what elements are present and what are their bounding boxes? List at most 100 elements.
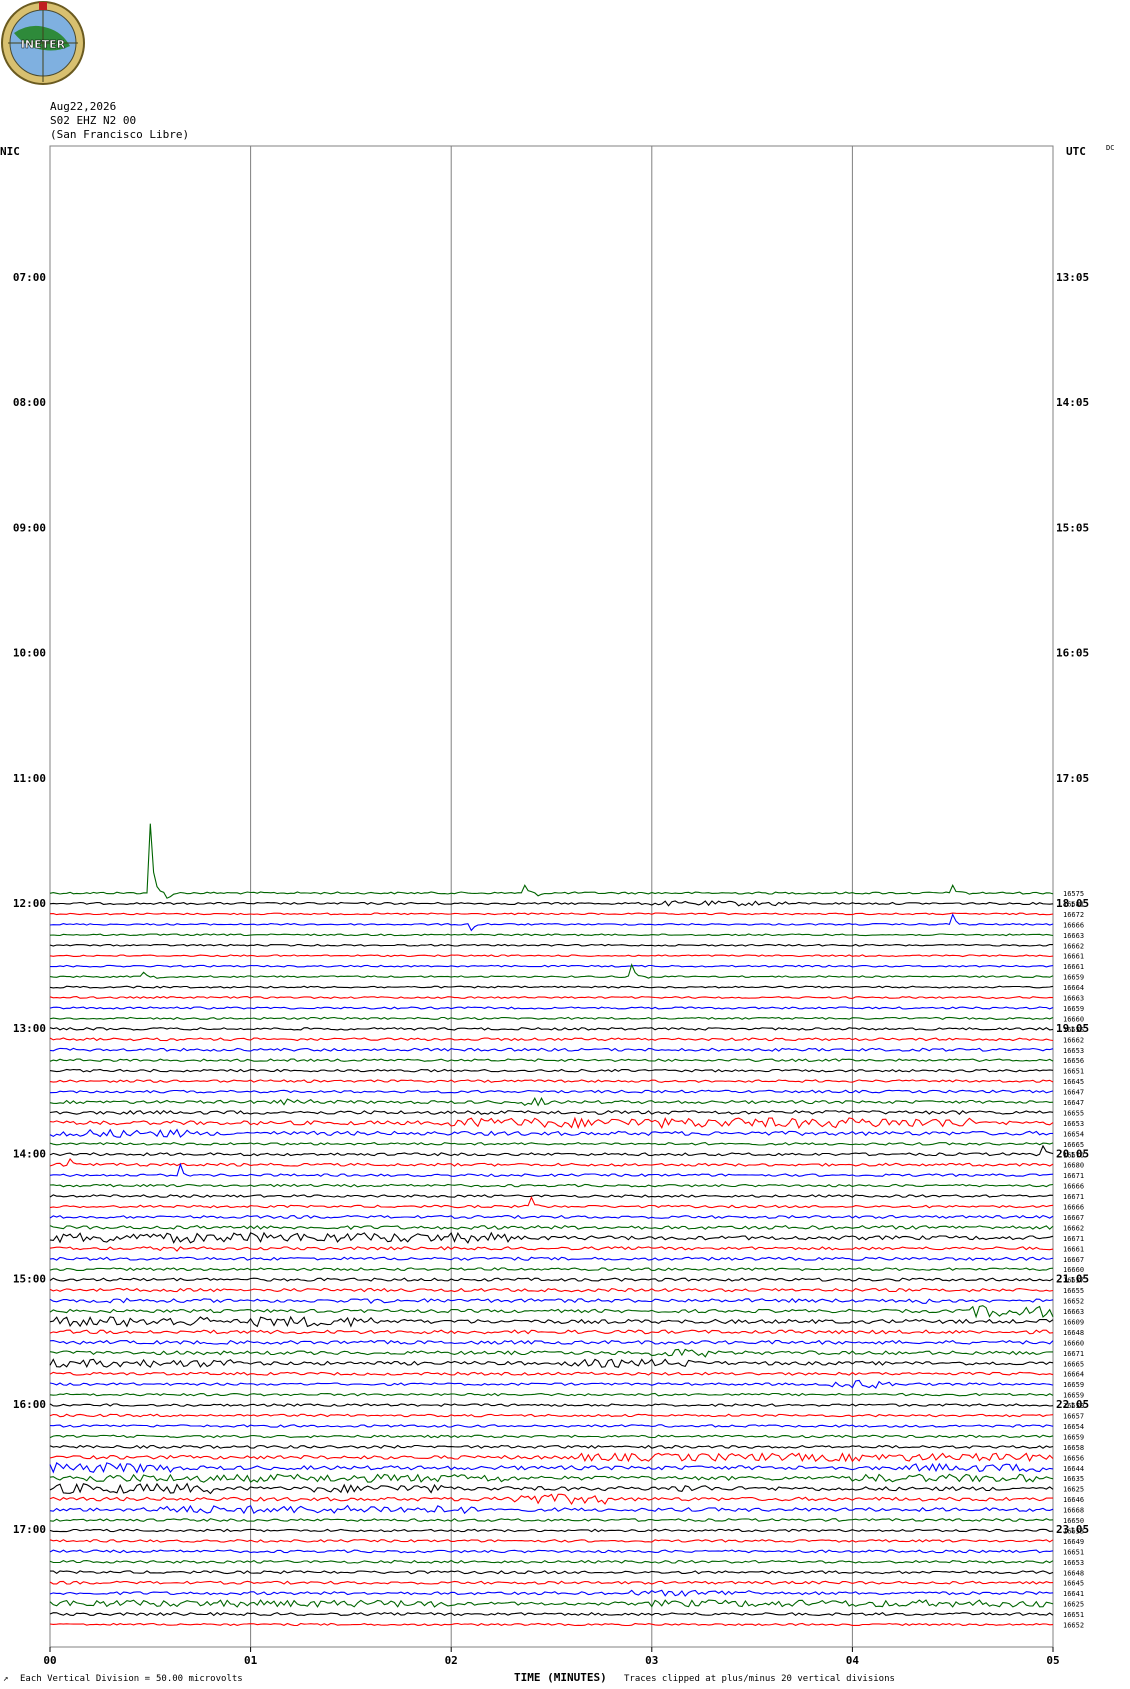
- trace-line: [49, 1315, 1054, 1328]
- trace-count-label: 16651: [1063, 1068, 1084, 1076]
- trace-line: [49, 1413, 1054, 1418]
- trace-count-label: 16656: [1063, 1057, 1084, 1065]
- trace-line: [49, 1267, 1054, 1272]
- trace-line: [49, 1068, 1054, 1073]
- trace-count-label: 16658: [1063, 1444, 1084, 1452]
- hour-label-right: 23:05: [1056, 1523, 1089, 1536]
- trace-line: [49, 985, 1054, 989]
- trace-count-label: 16647: [1063, 1099, 1084, 1107]
- hour-label-left: 10:00: [13, 647, 46, 660]
- hour-label-right: 22:05: [1056, 1398, 1089, 1411]
- trace-count-label: 16671: [1063, 1172, 1084, 1180]
- trace-count-label: 16649: [1063, 1538, 1084, 1546]
- trace-count-label: 16671: [1063, 1350, 1084, 1358]
- trace-count-label: 16662: [1063, 1036, 1084, 1044]
- trace-count-label: 16646: [1063, 1496, 1084, 1504]
- trace-count-label: 16664: [1063, 1371, 1084, 1379]
- clip-note: Traces clipped at plus/minus 20 vertical…: [624, 1674, 895, 1684]
- trace-line: [49, 1246, 1054, 1252]
- trace-line: [49, 823, 1054, 899]
- trace-line: [49, 1196, 1054, 1209]
- trace-count-label: 16651: [1063, 1548, 1084, 1556]
- trace-count-label: 16609: [1063, 1318, 1084, 1326]
- hour-label-right: 20:05: [1056, 1147, 1089, 1160]
- trace-line: [49, 1392, 1054, 1397]
- trace-count-label: 16655: [1063, 1109, 1084, 1117]
- trace-count-label: 16625: [1063, 1486, 1084, 1494]
- trace-line: [49, 1224, 1054, 1230]
- hour-label-right: 17:05: [1056, 772, 1089, 785]
- hour-label-left: 17:00: [13, 1523, 46, 1536]
- trace-line: [49, 1539, 1054, 1543]
- trace-line: [49, 1144, 1054, 1157]
- trace-count-label: 16668: [1063, 1507, 1084, 1515]
- trace-count-label: 16659: [1063, 974, 1084, 982]
- trace-line: [49, 1006, 1054, 1010]
- trace-count-label: 16662: [1063, 942, 1084, 950]
- trace-count-label: 16659: [1063, 1381, 1084, 1389]
- trace-count-label: 16656: [1063, 1454, 1084, 1462]
- x-tick-label: 05: [1046, 1654, 1059, 1667]
- trace-line: [49, 1016, 1054, 1021]
- trace-line: [49, 1277, 1054, 1282]
- trace-count-label: 16667: [1063, 1214, 1084, 1222]
- trace-count-label: 16666: [1063, 921, 1084, 929]
- trace-count-label: 16663: [1063, 1308, 1084, 1316]
- trace-line: [49, 912, 1054, 916]
- x-tick-label: 00: [43, 1654, 56, 1667]
- x-tick-label: 01: [244, 1654, 258, 1667]
- trace-line: [49, 1339, 1054, 1345]
- hour-label-right: 21:05: [1056, 1273, 1089, 1286]
- seismogram-plot: 1657516681166721666616663166621666116661…: [13, 145, 1089, 1667]
- trace-count-label: 16648: [1063, 1569, 1084, 1577]
- trace-line: [49, 1462, 1054, 1474]
- trace-line: [49, 1549, 1054, 1554]
- plot-frame: [49, 145, 1054, 1648]
- trace-line: [49, 1297, 1054, 1304]
- trace-count-label: 16671: [1063, 1235, 1084, 1243]
- trace-line: [49, 1256, 1054, 1261]
- trace-count-label: 16661: [1063, 953, 1084, 961]
- seismic-traces: [49, 823, 1054, 1627]
- trace-line: [49, 1142, 1054, 1146]
- hour-label-right: 16:05: [1056, 647, 1089, 660]
- trace-count-label: 16665: [1063, 1360, 1084, 1368]
- trace-count-label: 16651: [1063, 1611, 1084, 1619]
- hour-label-left: 16:00: [13, 1398, 46, 1411]
- trace-line: [49, 1231, 1054, 1244]
- trace-line: [49, 1482, 1054, 1495]
- trace-line: [49, 954, 1054, 958]
- trace-line: [49, 1348, 1053, 1358]
- trace-count-label: 16644: [1063, 1465, 1084, 1473]
- trace-line: [49, 1058, 1054, 1063]
- trace-line: [49, 1444, 1054, 1449]
- hour-label-left: 13:00: [13, 1022, 46, 1035]
- hour-label-left: 08:00: [13, 396, 46, 409]
- trace-count-label: 16672: [1063, 911, 1084, 919]
- trace-count-label: 16654: [1063, 1423, 1084, 1431]
- trace-line: [49, 943, 1054, 947]
- trace-count-label: 16653: [1063, 1047, 1084, 1055]
- trace-line: [49, 1329, 1054, 1335]
- footer-mark-icon: ↗: [3, 1674, 9, 1684]
- trace-line: [49, 1403, 1054, 1407]
- trace-line: [49, 913, 1054, 932]
- trace-line: [49, 1116, 1054, 1130]
- trace-line: [49, 1504, 1054, 1515]
- trace-line: [49, 900, 1054, 907]
- trace-count-label: 16666: [1063, 1204, 1084, 1212]
- plot-grid: [49, 145, 1054, 1648]
- hour-label-right: 14:05: [1056, 396, 1089, 409]
- trace-count-label: 16652: [1063, 1622, 1084, 1630]
- trace-line: [49, 1096, 1054, 1107]
- trace-count-label: 16625: [1063, 1601, 1084, 1609]
- hour-label-left: 07:00: [13, 271, 46, 284]
- trace-line: [49, 1452, 1054, 1463]
- trace-line: [49, 1358, 1054, 1369]
- trace-line: [49, 1599, 1054, 1608]
- trace-line: [49, 964, 1054, 968]
- trace-line: [49, 1287, 1054, 1293]
- trace-count-label: 16641: [1063, 1590, 1084, 1598]
- trace-count-label: 16661: [1063, 963, 1084, 971]
- trace-count-label: 16666: [1063, 1183, 1084, 1191]
